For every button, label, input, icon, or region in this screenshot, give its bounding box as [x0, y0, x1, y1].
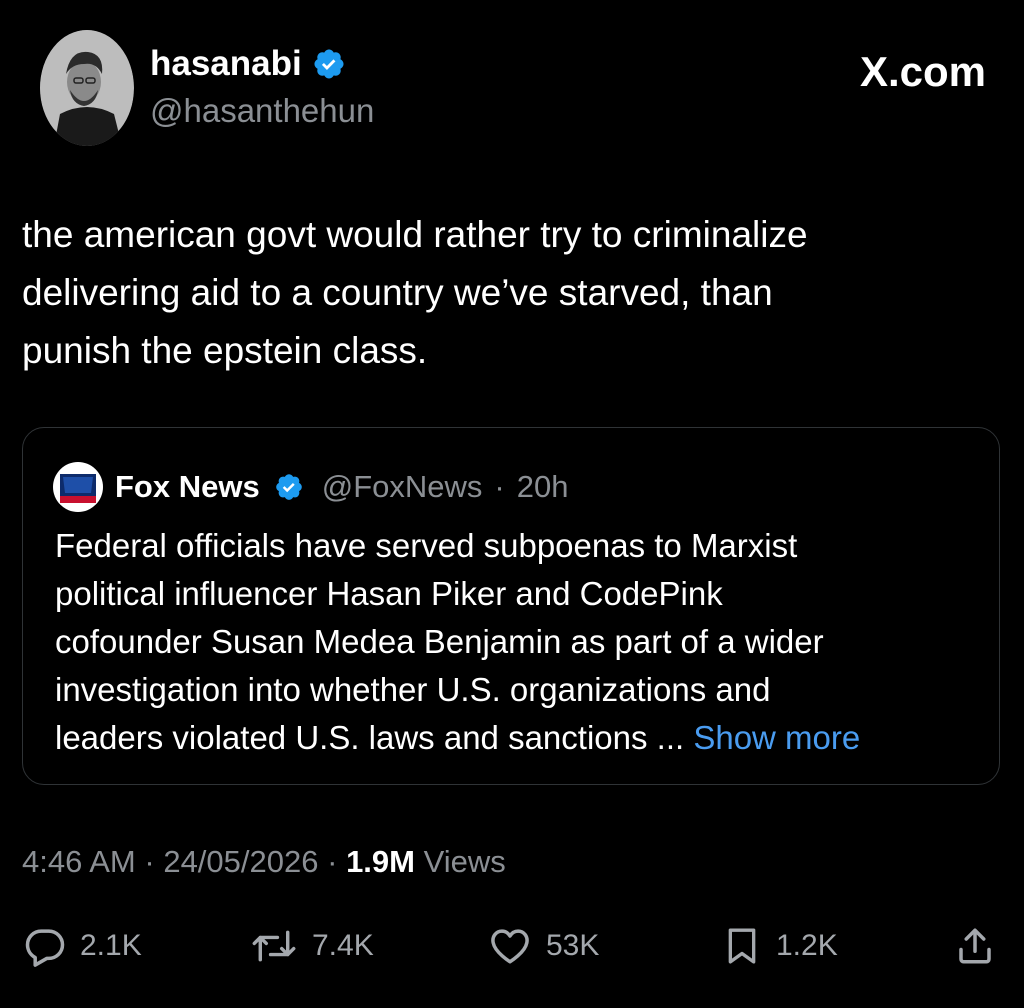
quoted-timestamp[interactable]: 20h — [517, 469, 569, 505]
heart-icon — [488, 925, 532, 967]
views-count: 1.9M — [346, 844, 415, 879]
tweet-text-line: delivering aid to a country we’ve starve… — [22, 272, 773, 313]
quoted-tweet-card[interactable]: Fox News @FoxNews · 20h Federal official… — [22, 427, 1000, 785]
show-more-link[interactable]: Show more — [693, 719, 860, 756]
quoted-tweet-header: Fox News @FoxNews · 20h — [53, 462, 568, 512]
meta-separator: · — [144, 844, 155, 879]
tweet-text-line: the american govt would rather try to cr… — [22, 214, 808, 255]
views-label: Views — [423, 844, 506, 879]
bookmark-icon — [722, 924, 762, 968]
reply-button[interactable]: 2.1K — [24, 918, 142, 974]
quoted-text-truncated: leaders violated U.S. laws and sanctions… — [55, 719, 685, 756]
tweet-text-line: punish the epstein class. — [22, 330, 428, 371]
like-count: 53K — [546, 929, 600, 962]
quoted-author-handle[interactable]: @FoxNews — [322, 469, 483, 505]
tweet-time[interactable]: 4:46 AM — [22, 844, 136, 879]
bookmark-count: 1.2K — [776, 929, 838, 962]
tweet-date[interactable]: 24/05/2026 — [163, 844, 318, 879]
like-button[interactable]: 53K — [488, 918, 599, 974]
reply-icon — [24, 925, 66, 967]
quoted-text-line: cofounder Susan Medea Benjamin as part o… — [55, 623, 824, 660]
meta-separator: · — [327, 844, 338, 879]
share-button[interactable] — [954, 918, 996, 974]
bookmark-button[interactable]: 1.2K — [722, 918, 838, 974]
tweet-actions-bar: 2.1K 7.4K 53K 1.2K — [0, 918, 1024, 974]
share-icon — [954, 924, 996, 968]
quoted-verified-badge-icon — [274, 472, 304, 502]
quoted-author-name[interactable]: Fox News — [115, 469, 260, 505]
verified-badge-icon — [312, 47, 346, 81]
author-handle[interactable]: @hasanthehun — [150, 92, 374, 130]
quoted-text-line: Federal officials have served subpoenas … — [55, 527, 798, 564]
tweet-meta: 4:46 AM · 24/05/2026 · 1.9M Views — [22, 844, 506, 880]
tweet-text: the american govt would rather try to cr… — [22, 206, 982, 380]
quoted-tweet-text: Federal officials have served subpoenas … — [55, 522, 985, 762]
repost-icon — [250, 925, 298, 967]
author-avatar[interactable] — [40, 30, 134, 146]
reply-count: 2.1K — [80, 929, 142, 962]
repost-count: 7.4K — [312, 929, 374, 962]
repost-button[interactable]: 7.4K — [250, 918, 374, 974]
author-display-name[interactable]: hasanabi — [150, 44, 302, 84]
quoted-separator: · — [494, 469, 505, 504]
site-label: X.com — [859, 48, 986, 95]
author-name-row[interactable]: hasanabi — [150, 44, 346, 84]
fox-news-logo-icon[interactable] — [53, 462, 103, 512]
quoted-text-line: investigation into whether U.S. organiza… — [55, 671, 771, 708]
quoted-text-line: political influencer Hasan Piker and Cod… — [55, 575, 723, 612]
quoted-text-last-line: leaders violated U.S. laws and sanctions… — [55, 714, 985, 762]
